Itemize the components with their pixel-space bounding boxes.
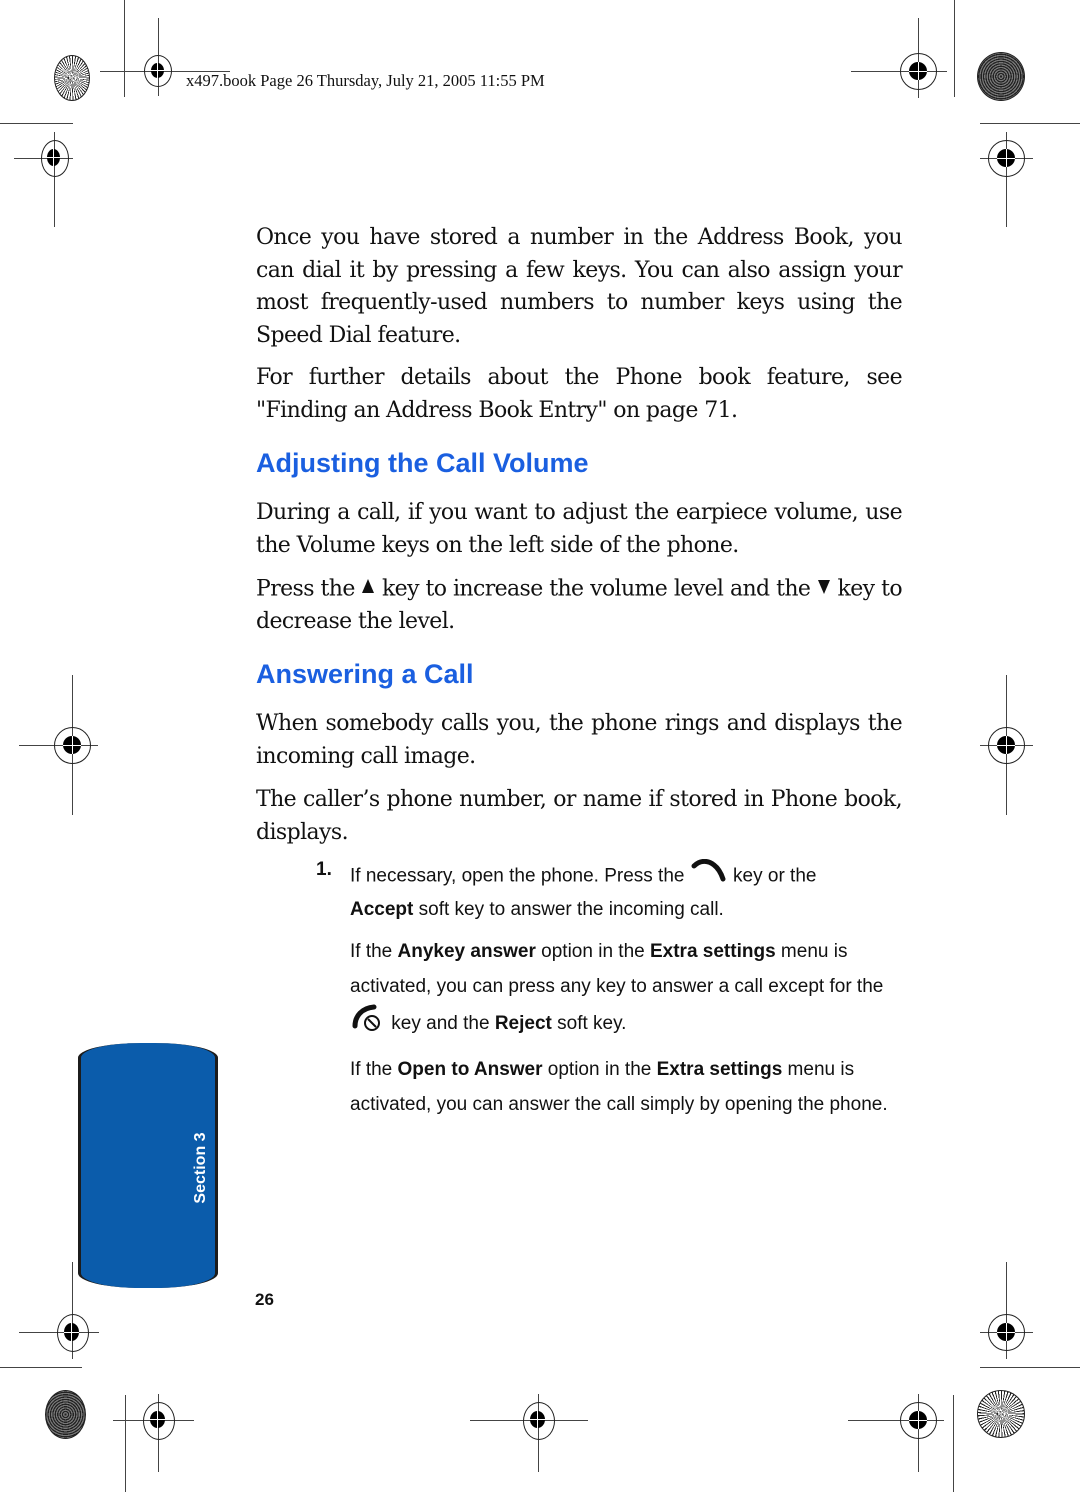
step-instruction: If necessary, open the phone. Press the … [350, 858, 906, 926]
trim-line [125, 1395, 126, 1492]
open-to-answer-label: Open to Answer [397, 1059, 543, 1080]
paragraph-volume-instructions: Press the key to increase the volume lev… [256, 573, 903, 638]
text: key or the [733, 865, 817, 887]
end-key-icon [350, 1004, 386, 1044]
note-open-to-answer: If the Open to Answer option in the Extr… [350, 1052, 906, 1122]
reject-soft-key-label: Reject [494, 1013, 552, 1035]
trim-line [953, 1395, 954, 1492]
volume-up-key-icon [361, 573, 375, 606]
text: soft key. [557, 1013, 627, 1035]
text: key and the [391, 1013, 490, 1035]
page-number: 26 [255, 1290, 274, 1309]
text: If the [350, 1059, 393, 1080]
trim-line [124, 0, 125, 97]
print-slug-header: x497.book Page 26 Thursday, July 21, 200… [186, 71, 545, 90]
trim-line [0, 123, 73, 124]
anykey-answer-label: Anykey answer [397, 941, 536, 962]
paragraph-volume-keys: During a call, if you want to adjust the… [256, 500, 903, 558]
paragraph-caller-id: The caller’s phone number, or name if st… [256, 787, 903, 845]
text: If the [350, 941, 393, 962]
step-1: 1. If necessary, open the phone. Press t… [316, 858, 906, 1122]
volume-down-key-icon [817, 573, 831, 606]
step-number: 1. [316, 859, 332, 880]
text: If necessary, open the phone. Press the [350, 865, 685, 887]
intro-paragraph: Once you have stored a number in the Add… [256, 225, 903, 348]
accept-soft-key-label: Accept [350, 899, 414, 920]
starburst-registration-mark [54, 55, 90, 101]
intro-paragraph: For further details about the Phone book… [256, 365, 903, 423]
paragraph-incoming-call: When somebody calls you, the phone rings… [256, 711, 903, 769]
starburst-registration-mark [977, 52, 1025, 101]
text: Press the [256, 576, 355, 602]
extra-settings-label: Extra settings [656, 1059, 783, 1080]
section-heading-call-volume: Adjusting the Call Volume [256, 448, 589, 478]
note-anykey-answer: If the Anykey answer option in the Extra… [350, 934, 906, 1044]
text: option in the [541, 941, 645, 962]
trim-line [954, 0, 955, 97]
text: soft key to answer the incoming call. [418, 899, 724, 920]
send-key-icon [690, 858, 728, 894]
text: option in the [547, 1059, 652, 1080]
starburst-registration-mark [45, 1390, 86, 1439]
trim-line [980, 1367, 1080, 1368]
extra-settings-label: Extra settings [649, 941, 776, 962]
text: key to increase the volume level and the [381, 576, 811, 602]
section-heading-answering-call: Answering a Call [256, 659, 474, 689]
starburst-registration-mark [977, 1390, 1025, 1438]
section-tab-label: Section 3 [192, 1132, 209, 1204]
trim-line [980, 123, 1080, 124]
trim-line [0, 1367, 82, 1368]
